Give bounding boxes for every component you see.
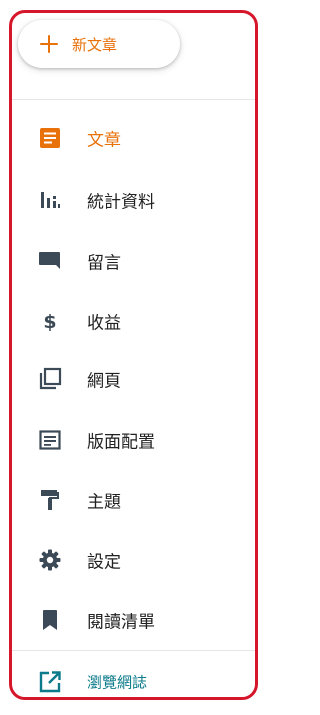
new-post-label: 新文章 [72,35,118,54]
sidebar-item-layout[interactable]: 版面配置 [12,420,255,460]
comment-icon [39,252,60,269]
bottom-divider [12,650,255,651]
svg-text:$: $ [43,311,56,333]
sidebar-item-earnings[interactable]: $ 收益 [12,301,255,341]
posts-icon [40,128,60,148]
stats-icon [41,192,60,208]
open-in-new-icon [39,671,61,693]
sidebar-item-label: 文章 [87,130,121,151]
gear-icon [39,549,61,571]
paint-roller-icon [41,490,59,510]
bookmark-icon [43,610,57,630]
sidebar-item-posts[interactable]: 文章 [12,118,255,158]
sidebar-frame [9,10,258,700]
view-blog-label: 瀏覽網誌 [87,673,148,692]
dollar-icon: $ [43,311,56,333]
new-post-button[interactable]: 新文章 [18,20,180,68]
sidebar-item-reading-list[interactable]: 閱讀清單 [12,600,255,640]
layout-icon [39,430,61,450]
sidebar-item-label: 統計資料 [87,192,155,213]
sidebar-item-label: 網頁 [87,371,121,392]
sidebar-item-settings[interactable]: 設定 [12,540,255,580]
sidebar-item-stats[interactable]: 統計資料 [12,180,255,220]
view-blog-link[interactable]: 瀏覽網誌 [12,662,255,702]
sidebar-item-label: 設定 [87,552,121,573]
sidebar-item-label: 閱讀清單 [87,612,155,633]
sidebar-item-comments[interactable]: 留言 [12,241,255,281]
pages-icon [39,367,62,390]
top-divider [12,99,255,100]
sidebar-item-label: 版面配置 [87,432,155,453]
sidebar-item-label: 主題 [87,492,121,513]
plus-icon [40,35,58,53]
sidebar-item-pages[interactable]: 網頁 [12,359,255,399]
sidebar-item-label: 收益 [87,313,121,334]
sidebar-item-label: 留言 [87,253,121,274]
sidebar-item-theme[interactable]: 主題 [12,480,255,520]
